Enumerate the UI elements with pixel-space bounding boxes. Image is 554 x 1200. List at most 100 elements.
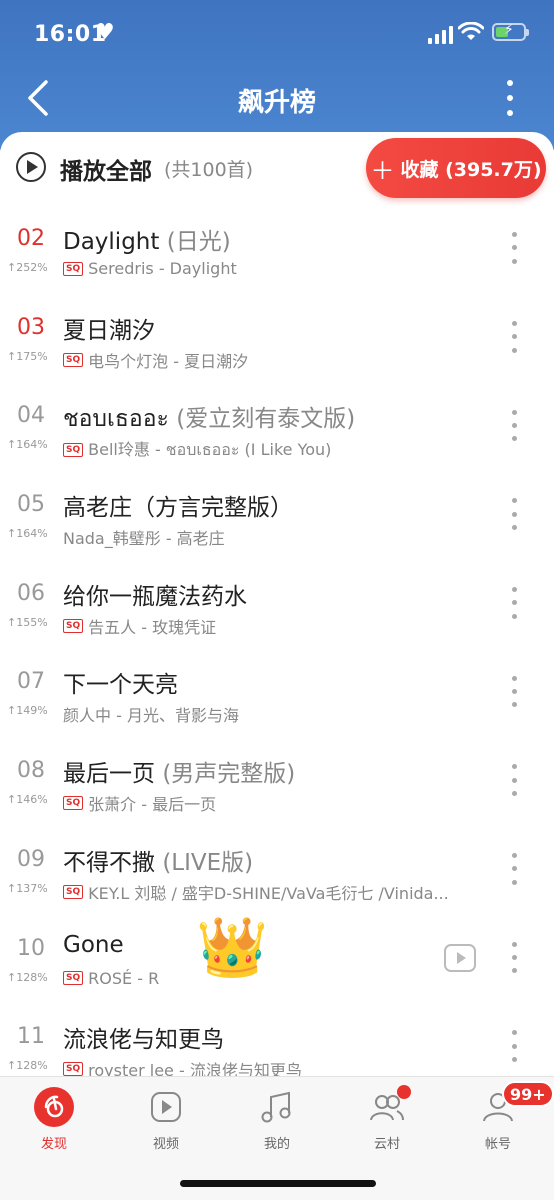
sq-badge: SQ: [63, 971, 84, 985]
arrow-up-icon: ↑: [7, 1059, 17, 1073]
song-trend: ↑164%: [7, 438, 48, 451]
sq-badge: SQ: [63, 1062, 84, 1076]
battery-icon: ⚡: [492, 22, 529, 41]
song-list: 02 ↑252% Daylight (日光) SQ Seredris - Dayligh…: [0, 204, 554, 1076]
song-title: 高老庄（方言完整版）: [63, 488, 293, 522]
heart-icon: ♥: [95, 20, 115, 45]
song-rank: 04: [17, 403, 45, 429]
song-title: 最后一页 (男声完整版): [63, 754, 295, 788]
song-more-icon[interactable]: [508, 1026, 520, 1066]
signal-icon: [428, 26, 453, 44]
arrow-up-icon: ↑: [7, 438, 17, 452]
song-rank: 03: [17, 314, 45, 340]
song-artist-album: 张萧介 - 最后一页: [88, 795, 217, 815]
song-rank: 11: [17, 1024, 45, 1050]
tab-video[interactable]: 视频: [126, 1087, 206, 1152]
collect-button[interactable]: ＋ 收藏 (395.7万): [366, 138, 546, 198]
song-title: 下一个天亮: [63, 665, 178, 699]
page-title: 飙升榜: [237, 88, 316, 118]
song-title: 流浪佬与知更鸟: [63, 1020, 224, 1054]
song-title-sub: (日光): [166, 229, 231, 255]
song-artist-album: KEY.L 刘聪 / 盛宇D-SHINE/VaVa毛衍七 /Vinida...: [88, 883, 449, 903]
tab-community[interactable]: 云村: [347, 1085, 427, 1152]
song-more-icon[interactable]: [508, 494, 520, 534]
arrow-up-icon: ↑: [7, 527, 17, 541]
song-trend: ↑128%: [7, 971, 48, 984]
song-title-main: Daylight: [63, 229, 160, 255]
trend-percent: 146%: [16, 793, 48, 807]
song-row[interactable]: 02 ↑252% Daylight (日光) SQ Seredris - Dayligh…: [0, 204, 554, 293]
song-count: (共100首): [164, 159, 254, 181]
song-title-sub: (男声完整版): [162, 761, 296, 788]
song-title-main: 不得不撒: [63, 849, 155, 876]
song-rank: 02: [17, 226, 45, 251]
sq-badge: SQ: [63, 352, 84, 367]
tab-mine[interactable]: 我的: [237, 1087, 317, 1152]
trend-percent: 149%: [16, 704, 48, 718]
play-all-bar: 播放全部 (共100首) ＋ 收藏 (395.7万): [0, 132, 554, 204]
tab-label: 视频: [152, 1137, 179, 1152]
tab-label: 发现: [40, 1137, 67, 1152]
home-indicator: [180, 1180, 376, 1187]
song-rank: 09: [17, 846, 45, 872]
song-row[interactable]: 05 ↑164% 高老庄（方言完整版） Nada_韩璧彤 - 高老庄: [0, 470, 554, 559]
song-row[interactable]: 07 ↑149% 下一个天亮颜人中 - 月光、背影与海: [0, 647, 554, 736]
tab-label: 云村: [373, 1137, 400, 1152]
song-meta: 颜人中 - 月光、背影与海: [63, 702, 239, 726]
song-more-icon[interactable]: [508, 849, 520, 889]
song-artist-album: royster lee - 流浪佬与知更鸟: [88, 1061, 302, 1076]
status-bar: 16:01 ♥ ⚡: [0, 18, 554, 54]
song-title-main: 流浪佬与知更鸟: [63, 1027, 224, 1054]
song-title-main: 下一个天亮: [63, 672, 178, 699]
plus-icon: ＋: [370, 156, 395, 185]
song-title-main: Gone: [63, 931, 124, 958]
trend-percent: 155%: [16, 615, 48, 629]
trend-percent: 128%: [16, 1059, 48, 1073]
trend-percent: 164%: [16, 527, 48, 541]
more-icon[interactable]: [496, 76, 524, 120]
header: 16:01 ♥ ⚡ 飙升榜: [0, 0, 554, 150]
song-more-icon[interactable]: [508, 583, 520, 623]
sq-badge: SQ: [63, 442, 84, 457]
song-row[interactable]: 06 ↑155% 给你一瓶魔法药水 SQ 告五人 - 玫瑰凭证: [0, 559, 554, 648]
trend-percent: 175%: [16, 349, 48, 363]
song-artist-album: Nada_韩璧彤 - 高老庄: [63, 529, 225, 549]
play-circle-icon[interactable]: [16, 152, 46, 182]
tab-discover[interactable]: 发现: [14, 1087, 94, 1152]
discover-icon: [34, 1087, 74, 1127]
song-meta: SQ 电鸟个灯泡 - 夏日潮汐: [63, 348, 248, 372]
song-more-icon[interactable]: [508, 228, 520, 268]
song-more-icon[interactable]: [508, 317, 520, 357]
song-artist-album: 颜人中 - 月光、背影与海: [63, 706, 239, 726]
song-trend: ↑137%: [7, 882, 48, 895]
song-title-main: 高老庄（方言完整版）: [63, 495, 293, 522]
song-rank: 07: [17, 669, 45, 695]
account-icon: 99+: [478, 1081, 554, 1127]
song-meta: SQ 告五人 - 玫瑰凭证: [63, 614, 216, 638]
song-rank: 08: [17, 758, 45, 784]
song-row[interactable]: 09 ↑137% 不得不撒 (LIVE版) SQ KEY.L 刘聪 / 盛宇D-SHIN…: [0, 825, 554, 914]
song-trend: ↑146%: [7, 793, 48, 806]
song-more-icon[interactable]: [508, 405, 520, 445]
song-trend: ↑252%: [7, 261, 48, 274]
mv-play-icon[interactable]: [444, 943, 476, 972]
song-row[interactable]: 03 ↑175% 夏日潮汐 SQ 电鸟个灯泡 - 夏日潮汐: [0, 293, 554, 382]
song-more-icon[interactable]: [508, 760, 520, 800]
song-row[interactable]: 08 ↑146% 最后一页 (男声完整版) SQ 张萧介 - 最后一页: [0, 736, 554, 825]
crown-sticker: 👑: [196, 912, 269, 981]
song-row[interactable]: 04 ↑164% ชอบเธออะ (爱立刻有泰文版) SQ Bell玲惠 - ชอบเ…: [0, 381, 554, 470]
song-row[interactable]: 11 ↑128% 流浪佬与知更鸟 SQ royster lee - 流浪佬与知更鸟: [0, 1002, 554, 1076]
play-all-button[interactable]: 播放全部: [60, 152, 152, 186]
song-more-icon[interactable]: [508, 938, 520, 978]
wifi-icon: [458, 22, 484, 40]
song-row[interactable]: 10 ↑128% Gone SQ ROSÉ - R 👑: [0, 914, 554, 1003]
song-title-sub: (爱立刻有泰文版): [176, 406, 356, 433]
song-more-icon[interactable]: [508, 671, 520, 711]
song-title-main: 最后一页: [63, 761, 155, 788]
tab-account[interactable]: 99+ 帐号: [458, 1081, 554, 1152]
song-trend: ↑155%: [7, 616, 48, 629]
song-title: 不得不撒 (LIVE版): [63, 843, 253, 877]
arrow-up-icon: ↑: [7, 704, 17, 718]
music-note-icon: [257, 1087, 297, 1127]
song-meta: SQ 张萧介 - 最后一页: [63, 791, 216, 815]
